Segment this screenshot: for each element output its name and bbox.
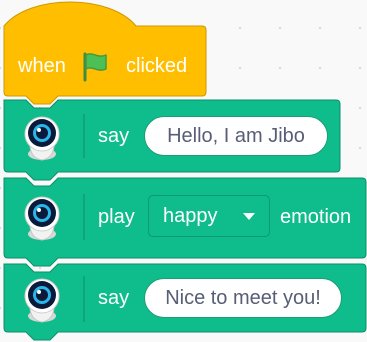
jibo-robot-icon <box>14 192 70 249</box>
caret-down-icon <box>243 213 255 220</box>
green-flag-icon <box>80 50 114 87</box>
say-text-input[interactable]: Nice to meet you! <box>144 278 342 318</box>
jibo-robot-icon <box>14 112 70 169</box>
jibo-robot-icon <box>14 274 70 331</box>
emotion-label: emotion <box>280 206 352 228</box>
say-label: say <box>98 287 130 309</box>
emotion-dropdown-value: happy <box>163 205 218 227</box>
emotion-dropdown[interactable]: happy <box>148 195 270 237</box>
say-label: say <box>98 125 130 147</box>
clicked-label: clicked <box>126 55 188 77</box>
script-stack[interactable]: when clicked say Hello, I am Jibo play h… <box>0 0 367 342</box>
when-label: when <box>18 55 66 77</box>
play-label: play <box>98 206 135 228</box>
say-text-input[interactable]: Hello, I am Jibo <box>144 116 328 156</box>
